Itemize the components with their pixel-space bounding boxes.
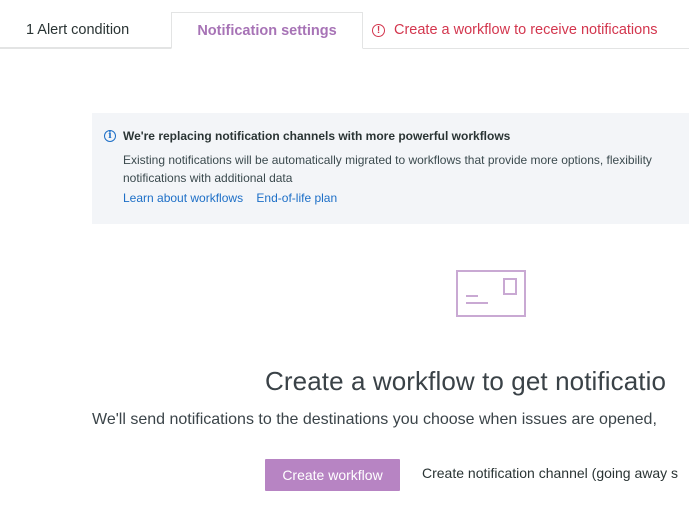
banner-links: Learn about workflows End-of-life plan — [123, 191, 347, 205]
tab-workflow-warning[interactable]: ! Create a workflow to receive notificat… — [372, 12, 658, 48]
banner-body-line: Existing notifications will be automatic… — [123, 153, 652, 167]
tab-notification-settings-label: Notification settings — [197, 22, 337, 39]
empty-state-title: Create a workflow to get notificatio — [265, 366, 667, 396]
create-workflow-button[interactable]: Create workflow — [265, 459, 400, 491]
info-banner: i We're replacing notification channels … — [92, 113, 689, 224]
page: 1 Alert condition Notification settings … — [0, 0, 689, 525]
end-of-life-plan-link[interactable]: End-of-life plan — [256, 191, 337, 205]
banner-body: Existing notifications will be automatic… — [123, 151, 689, 187]
envelope-icon — [456, 270, 526, 317]
tab-bar: 1 Alert condition Notification settings … — [0, 0, 689, 49]
warning-circle-icon: ! — [372, 23, 385, 37]
banner-title: We're replacing notification channels wi… — [123, 129, 511, 143]
info-circle-icon: i — [104, 130, 116, 142]
empty-state-subtitle: We'll send notifications to the destinat… — [92, 411, 657, 428]
banner-body-line: notifications with additional data — [123, 171, 293, 185]
learn-about-workflows-link[interactable]: Learn about workflows — [123, 191, 243, 205]
tab-notification-settings[interactable]: Notification settings — [171, 12, 363, 49]
tab-alert-condition-label: 1 Alert condition — [26, 21, 130, 38]
tab-workflow-warning-label: Create a workflow to receive notificatio… — [394, 22, 658, 38]
tab-alert-condition[interactable]: 1 Alert condition — [0, 12, 171, 48]
create-notification-channel-button[interactable]: Create notification channel (going away … — [422, 465, 678, 481]
